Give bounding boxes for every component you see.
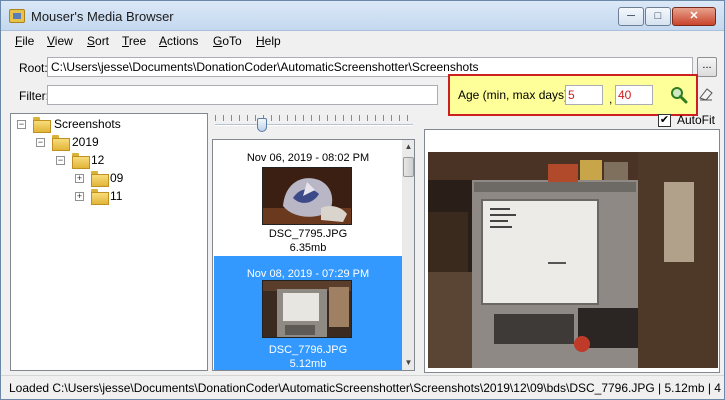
thumbnail-item-selected[interactable]: Nov 08, 2019 - 07:29 PM DSC_7796.JPG 5.1… xyxy=(214,256,402,370)
tree-node-screenshots[interactable]: − Screenshots xyxy=(11,116,207,134)
thumbnail-list[interactable]: Nov 06, 2019 - 08:02 PM DSC_7795.JPG 6.3… xyxy=(212,139,415,371)
menu-view[interactable]: View xyxy=(47,34,73,48)
age-filter-panel: Age (min, max days): 5 , 40 xyxy=(448,74,698,116)
browse-button[interactable]: ... xyxy=(697,57,717,77)
autofit-label: AutoFit xyxy=(677,113,716,127)
thumbnail-filesize: 6.35mb xyxy=(289,242,327,254)
menu-sort[interactable]: Sort xyxy=(87,34,109,48)
tree-node-label: 2019 xyxy=(72,135,99,149)
image-preview-panel xyxy=(424,129,720,373)
expand-icon[interactable]: + xyxy=(75,174,84,183)
age-max-input[interactable]: 40 xyxy=(615,85,653,105)
tree-node-label: 11 xyxy=(110,189,123,203)
slider-ticks xyxy=(215,115,413,121)
menu-actions[interactable]: Actions xyxy=(159,34,198,48)
menu-tree[interactable]: Tree xyxy=(122,34,146,48)
tree-node-label: Screenshots xyxy=(54,117,121,131)
thumbnail-filename: DSC_7795.JPG xyxy=(268,228,348,240)
age-separator: , xyxy=(609,92,613,106)
thumbnail-image[interactable] xyxy=(262,167,352,225)
autofit-check-mark: ✔ xyxy=(658,114,671,127)
eraser-icon xyxy=(699,88,713,101)
folder-icon xyxy=(52,135,70,151)
magnifier-icon xyxy=(671,87,688,104)
collapse-icon[interactable]: − xyxy=(56,156,65,165)
tree-node-12[interactable]: − 12 xyxy=(11,152,207,170)
menu-file[interactable]: File xyxy=(15,34,34,48)
status-text: Loaded C:\Users\jesse\Documents\Donation… xyxy=(9,381,721,395)
tree-node-11[interactable]: + 11 xyxy=(11,188,207,206)
maximize-button[interactable]: □ xyxy=(645,7,671,26)
age-min-input[interactable]: 5 xyxy=(565,85,603,105)
folder-icon xyxy=(33,117,51,133)
expand-icon[interactable]: + xyxy=(75,192,84,201)
thumbnail-filename: DSC_7796.JPG xyxy=(268,344,348,356)
thumbnail-filesize: 5.12mb xyxy=(289,358,327,370)
root-label: Root: xyxy=(19,61,48,75)
tree-node-label: 12 xyxy=(91,153,105,167)
scroll-thumb[interactable] xyxy=(403,157,414,177)
status-bar: Loaded C:\Users\jesse\Documents\Donation… xyxy=(1,375,724,399)
collapse-icon[interactable]: − xyxy=(17,120,26,129)
filter-input[interactable] xyxy=(47,85,438,105)
scroll-up-icon[interactable]: ▲ xyxy=(402,140,414,154)
folder-icon xyxy=(91,171,109,187)
scroll-down-icon[interactable]: ▼ xyxy=(402,356,414,370)
maximize-icon: □ xyxy=(654,10,662,22)
preview-image[interactable] xyxy=(428,152,718,368)
folder-icon xyxy=(91,189,109,205)
title-bar[interactable]: Mouser's Media Browser ─ □ ✕ xyxy=(1,1,724,31)
folder-icon xyxy=(72,153,90,169)
close-icon: ✕ xyxy=(689,10,699,22)
thumbnail-image[interactable] xyxy=(262,280,352,338)
close-button[interactable]: ✕ xyxy=(672,7,716,26)
thumbnail-date: Nov 06, 2019 - 08:02 PM xyxy=(246,152,370,164)
menu-goto[interactable]: GoTo xyxy=(213,34,242,48)
search-button[interactable] xyxy=(670,86,688,104)
clear-filter-button[interactable] xyxy=(698,86,714,102)
tree-node-2019[interactable]: − 2019 xyxy=(11,134,207,152)
menu-bar: File View Sort Tree Actions GoTo Help xyxy=(1,31,724,51)
folder-tree[interactable]: − Screenshots − 2019 − 12 + 09 + 11 xyxy=(10,113,208,371)
main-window: Mouser's Media Browser ─ □ ✕ File View S… xyxy=(0,0,725,400)
window-title: Mouser's Media Browser xyxy=(31,9,174,24)
thumbnail-item[interactable]: Nov 06, 2019 - 08:02 PM DSC_7795.JPG 6.3… xyxy=(214,140,402,254)
minimize-button[interactable]: ─ xyxy=(618,7,644,26)
menu-help[interactable]: Help xyxy=(256,34,281,48)
thumbnail-date: Nov 08, 2019 - 07:29 PM xyxy=(246,268,370,280)
thumb-size-slider[interactable] xyxy=(215,124,413,126)
tree-node-label: 09 xyxy=(110,171,124,185)
collapse-icon[interactable]: − xyxy=(36,138,45,147)
slider-thumb[interactable] xyxy=(257,118,267,132)
minimize-icon: ─ xyxy=(627,10,635,22)
thumbnail-scrollbar[interactable]: ▲ ▼ xyxy=(402,140,414,370)
app-icon xyxy=(9,9,25,23)
tree-node-09[interactable]: + 09 xyxy=(11,170,207,188)
age-label: Age (min, max days): xyxy=(458,88,572,102)
filter-label: Filter: xyxy=(19,89,49,103)
